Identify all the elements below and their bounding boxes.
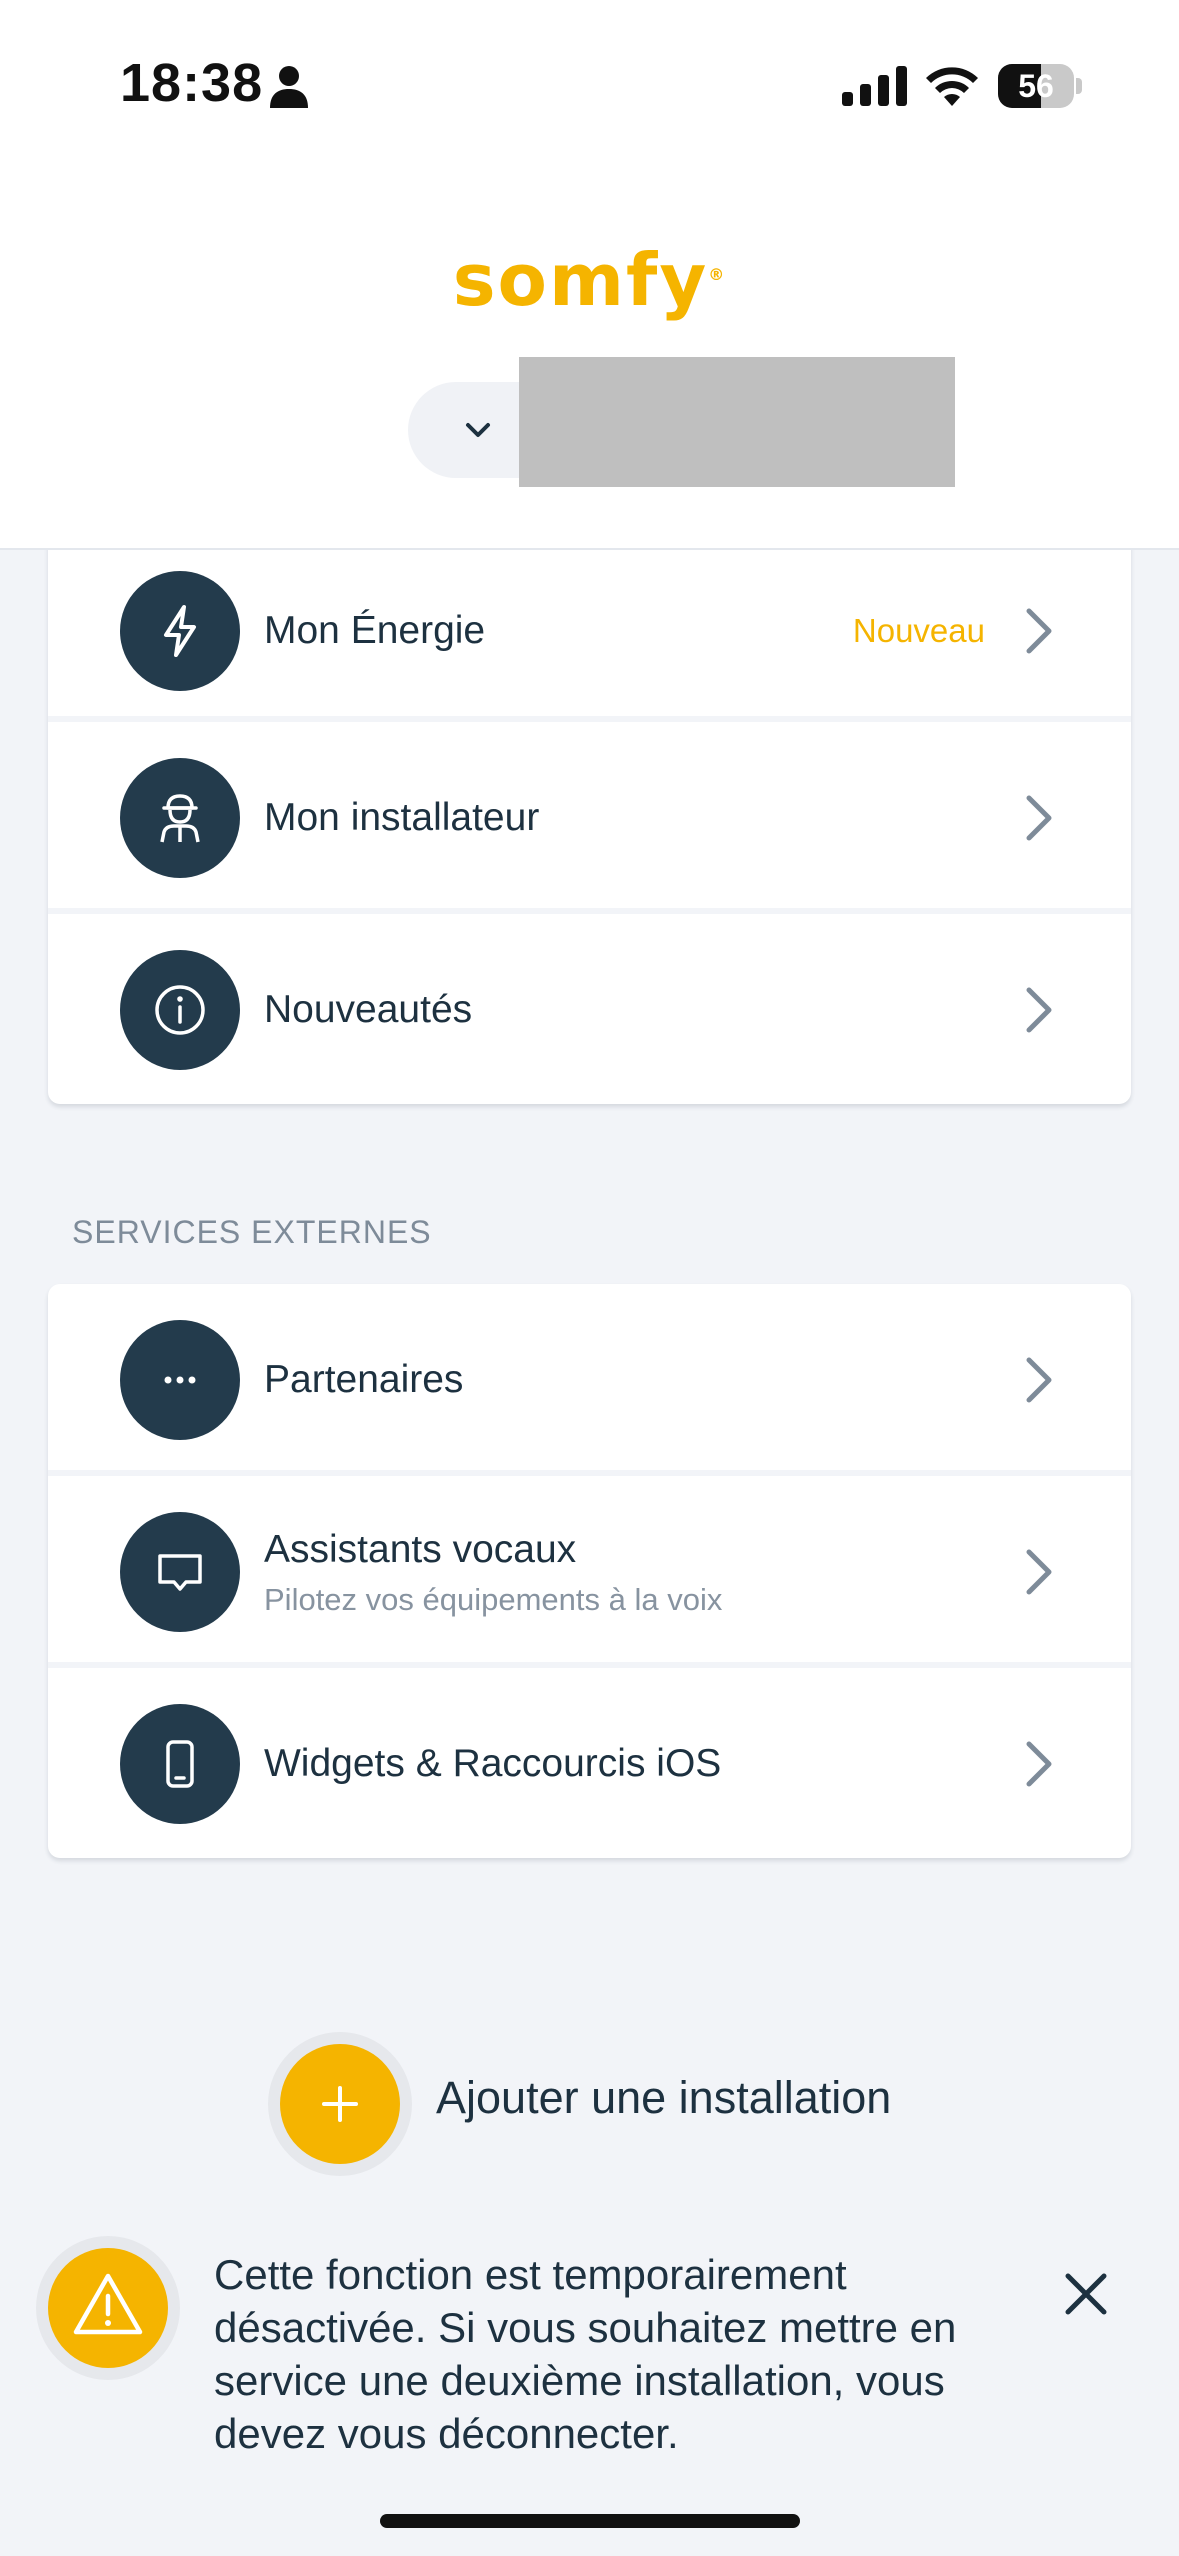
app-header: 18:38 56 somfy® — [0, 0, 1179, 550]
phone-icon-circle — [120, 1704, 240, 1824]
installer-icon-circle — [120, 758, 240, 878]
chevron-right-icon — [1026, 1549, 1052, 1595]
warning-icon — [73, 2273, 143, 2335]
chevron-right-icon — [1026, 1741, 1052, 1787]
new-badge: Nouveau — [852, 612, 985, 649]
menu-item-label: Mon Énergie — [264, 609, 486, 652]
menu-item-assistants-vocaux[interactable]: Assistants vocaux Pilotez vos équipement… — [48, 1476, 1131, 1668]
menu-item-label: Mon installateur — [264, 796, 540, 839]
warning-badge — [36, 2236, 180, 2380]
chevron-right-icon — [1026, 987, 1052, 1033]
menu-item-widgets-raccourcis[interactable]: Widgets & Raccourcis iOS — [48, 1668, 1131, 1858]
chevron-right-icon — [1026, 795, 1052, 841]
add-installation-label[interactable]: Ajouter une installation — [436, 2072, 891, 2124]
info-icon-circle — [120, 950, 240, 1070]
menu-item-sublabel: Pilotez vos équipements à la voix — [264, 1582, 723, 1617]
redacted-installation-name — [519, 357, 955, 487]
chevron-down-icon — [466, 423, 490, 437]
battery-level: 56 — [1018, 68, 1054, 104]
menu-item-mon-energie[interactable]: Mon Énergie Nouveau — [48, 530, 1131, 722]
menu-item-partenaires[interactable]: Partenaires — [48, 1284, 1131, 1476]
lightning-icon-circle — [120, 571, 240, 691]
somfy-logo: somfy® — [452, 238, 727, 322]
cellular-signal-icon — [842, 66, 907, 106]
menu-item-label: Partenaires — [264, 1358, 464, 1401]
status-time: 18:38 — [120, 53, 264, 113]
menu-item-label: Nouveautés — [264, 988, 473, 1031]
info-icon — [155, 985, 205, 1035]
menu-item-mon-installateur[interactable]: Mon installateur — [48, 722, 1131, 914]
lightning-icon — [164, 605, 196, 657]
menu-item-label: Widgets & Raccourcis iOS — [264, 1742, 722, 1785]
speech-bubble-icon-circle — [120, 1512, 240, 1632]
speech-bubble-icon — [158, 1554, 202, 1591]
chevron-right-icon — [1026, 1357, 1052, 1403]
phone-icon — [166, 1740, 194, 1788]
installer-icon — [160, 794, 200, 843]
more-icon — [164, 1376, 196, 1384]
close-icon[interactable] — [1060, 2268, 1112, 2320]
external-services-card: Partenaires Assistants vocaux Pilotez vo… — [48, 1284, 1131, 1858]
toast-message: Cette fonction est temporairement désact… — [214, 2251, 957, 2457]
more-icon-circle — [120, 1320, 240, 1440]
account-menu-card: Mon Énergie Nouveau Mon installateur Nou… — [48, 530, 1131, 1104]
add-button-circle — [280, 2044, 400, 2164]
chevron-right-icon — [1026, 608, 1052, 654]
home-indicator[interactable] — [380, 2514, 800, 2528]
section-title-external-services: SERVICES EXTERNES — [72, 1214, 432, 1250]
add-installation-button[interactable] — [268, 2032, 412, 2176]
battery-indicator: 56 — [998, 64, 1082, 108]
menu-item-label: Assistants vocaux — [264, 1528, 577, 1571]
menu-item-nouveautes[interactable]: Nouveautés — [48, 914, 1131, 1104]
plus-icon — [322, 2086, 358, 2122]
person-icon — [270, 66, 308, 108]
wifi-icon — [926, 67, 978, 106]
